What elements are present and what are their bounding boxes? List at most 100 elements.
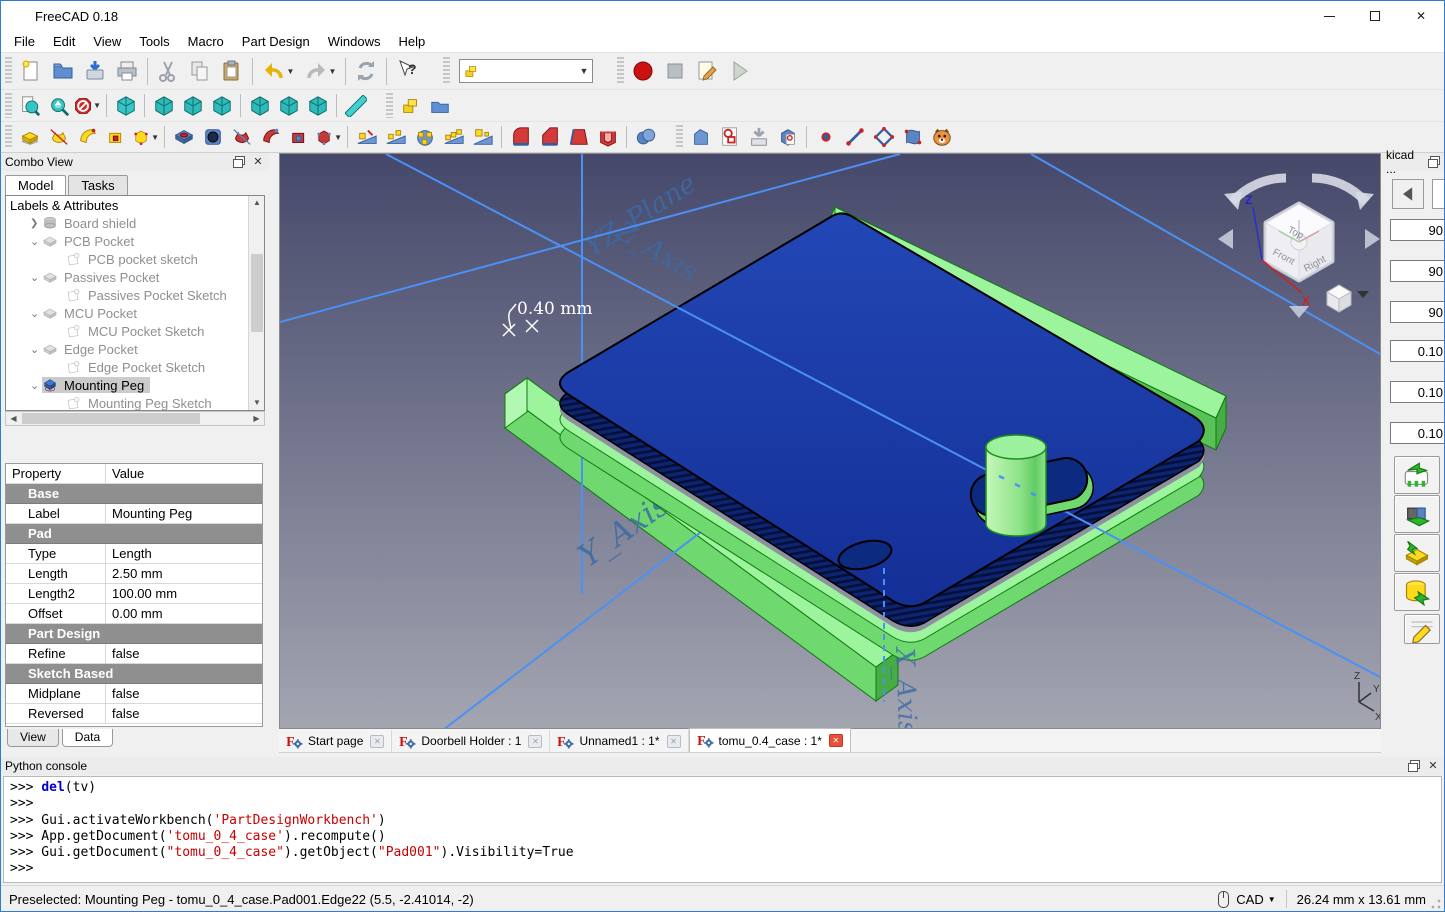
property-value[interactable]: false [106,686,262,701]
close-panel-icon[interactable]: ✕ [251,156,265,168]
close-button[interactable]: ✕ [1398,1,1444,31]
float-panel-icon[interactable] [233,156,247,168]
draw-style-button[interactable]: ▼ [73,92,102,120]
fit-all-button[interactable] [15,92,44,120]
create-body-button[interactable] [686,123,715,151]
kicad-spinbox-0[interactable]: 90 [1390,219,1445,241]
menu-item-windows[interactable]: Windows [319,32,390,51]
tab-model[interactable]: Model [5,175,66,195]
stop-macro-button[interactable] [659,55,691,87]
kicad-spinbox-2[interactable]: 90 [1390,301,1445,323]
property-value[interactable]: 0.00 mm [106,606,262,621]
dropdown-arrow-icon[interactable]: ▼ [151,133,159,142]
chamfer-button[interactable] [535,123,564,151]
kicad-spinbox-4[interactable]: 0.10 [1390,381,1445,403]
create-group-button[interactable] [425,92,454,120]
cut-button[interactable] [152,55,184,87]
datum-point-button[interactable] [811,123,840,151]
close-panel-icon[interactable]: ✕ [1426,760,1440,772]
undo-button[interactable]: ▼ [257,55,299,87]
edit-macro-button[interactable] [691,55,723,87]
expander-icon[interactable]: ⌄ [30,235,42,248]
property-value[interactable]: 100.00 mm [106,586,262,601]
paste-button[interactable] [216,55,248,87]
scroll-right-icon[interactable]: ▶ [249,412,264,425]
tree-item-pcb-pocket-sketch[interactable]: PCB pocket sketch [6,250,264,268]
nav-style-selector[interactable]: CAD▼ [1236,892,1275,907]
multi-transform-button[interactable] [439,123,468,151]
tree-item-edge-pocket[interactable]: ⌄Edge Pocket [6,340,264,358]
subtractive-primitive-button[interactable]: ▼ [314,123,343,151]
menu-item-tools[interactable]: Tools [130,32,178,51]
tree-item-passives-pocket[interactable]: ⌄Passives Pocket [6,268,264,286]
map-sketch-button[interactable] [773,123,802,151]
tab-data[interactable]: Data [62,729,113,747]
document-tab-tomu_0.4_case[interactable]: Ftomu_0.4_case : 1*✕ [689,728,851,752]
new-document-button[interactable] [15,55,47,87]
tree-item-pcb-pocket[interactable]: ⌄PCB Pocket [6,232,264,250]
fillet-button[interactable] [506,123,535,151]
document-tab-start[interactable]: FStart page✕ [279,730,392,752]
property-value[interactable]: Length [106,546,262,561]
close-tab-icon[interactable]: ✕ [528,735,542,748]
tree-item-mounting-peg-sketch[interactable]: Mounting Peg Sketch [6,394,264,411]
toolbar-grip[interactable] [443,57,450,85]
property-row-offset[interactable]: Offset0.00 mm [6,604,262,624]
toolbar-grip[interactable] [5,125,12,148]
export-board-button[interactable] [1394,534,1440,572]
maximize-button[interactable] [1352,1,1398,31]
subtractive-pipe-button[interactable] [285,123,314,151]
redo-button[interactable]: ▼ [299,55,341,87]
property-group-sketch-based[interactable]: Sketch Based [6,664,262,684]
front-view-button[interactable] [149,92,178,120]
expander-icon[interactable]: ⌄ [30,379,42,392]
workbench-selector[interactable]: ▼ [459,59,593,83]
tree-item-mcu-pocket-sketch[interactable]: MCU Pocket Sketch [6,322,264,340]
toolbar-grip[interactable] [5,57,12,85]
tree-vertical-scrollbar[interactable]: ▲ ▼ [248,196,264,410]
tree-horizontal-scrollbar[interactable]: ◀ ▶ [5,411,265,426]
save-document-button[interactable] [79,55,111,87]
linear-pattern-button[interactable] [381,123,410,151]
close-tab-icon[interactable]: ✕ [829,734,843,747]
scrollbar-thumb[interactable] [22,413,200,424]
expander-icon[interactable]: ⌄ [30,343,42,356]
run-macro-button[interactable] [723,55,755,87]
edit-sketch-button[interactable] [744,123,773,151]
tree-item-edge-pocket-sketch[interactable]: Edge Pocket Sketch [6,358,264,376]
property-group-base[interactable]: Base [6,484,262,504]
toolbar-grip[interactable] [617,57,624,85]
document-tab-unnamed1[interactable]: FUnnamed1 : 1*✕ [550,730,688,752]
bottom-view-button[interactable] [274,92,303,120]
boolean-button[interactable] [631,123,660,151]
property-group-pad[interactable]: Pad [6,524,262,544]
additive-loft-button[interactable] [73,123,102,151]
axonometric-view-button[interactable] [111,92,140,120]
property-row-midplane[interactable]: Midplanefalse [6,684,262,704]
close-tab-icon[interactable]: ✕ [667,735,681,748]
additive-pipe-button[interactable] [102,123,131,151]
dog-button[interactable] [927,123,956,151]
push-pcb-button[interactable] [1394,456,1440,494]
dropdown-arrow-icon[interactable]: ▼ [329,67,337,76]
kicad-spinbox-1[interactable]: 90 [1390,260,1445,282]
dropdown-arrow-icon[interactable]: ▼ [93,101,101,110]
edit-notes-button[interactable] [1404,614,1440,644]
record-macro-button[interactable] [627,55,659,87]
document-tab-doorbell[interactable]: FDoorbell Holder : 1✕ [392,730,550,752]
tab-tasks[interactable]: Tasks [68,175,127,195]
property-row-refine[interactable]: Refinefalse [6,644,262,664]
property-value[interactable]: false [106,706,262,721]
print-button[interactable] [111,55,143,87]
back-button[interactable] [1392,179,1424,209]
expander-icon[interactable]: ⌄ [30,271,42,284]
menu-item-help[interactable]: Help [389,32,434,51]
menu-item-view[interactable]: View [84,32,130,51]
expander-icon[interactable]: ❯ [30,218,42,229]
menu-item-edit[interactable]: Edit [44,32,84,51]
scaled-button[interactable] [468,123,497,151]
expander-icon[interactable]: ⌄ [30,307,42,320]
subtractive-loft-button[interactable] [256,123,285,151]
kicad-spinbox-3[interactable]: 0.10 [1390,340,1445,362]
float-panel-icon[interactable] [1428,156,1442,168]
